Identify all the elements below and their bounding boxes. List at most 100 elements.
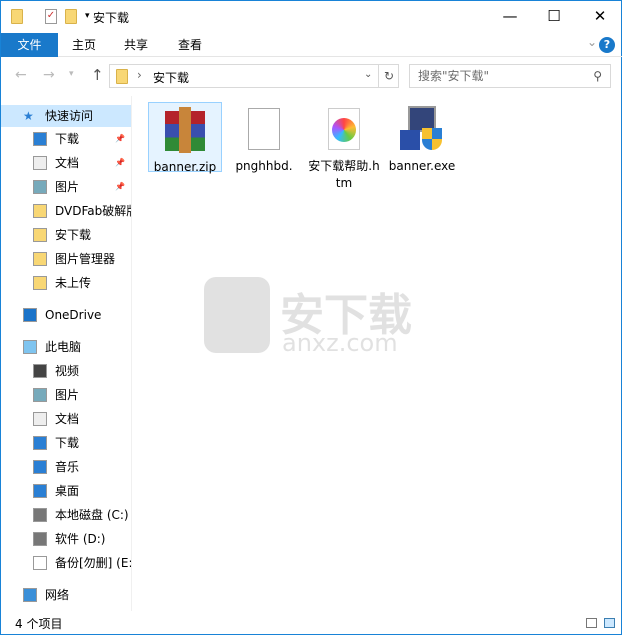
folder-icon: [11, 9, 23, 24]
nav-item[interactable]: 网络: [1, 584, 131, 606]
folder-icon: [33, 228, 47, 242]
address-dropdown-icon[interactable]: ⌄: [364, 69, 372, 80]
properties-icon[interactable]: ✓: [45, 9, 57, 24]
tab-home[interactable]: 主页: [59, 33, 109, 57]
breadcrumb-current[interactable]: 安下载: [153, 69, 189, 86]
status-bar: 4 个项目: [1, 613, 622, 636]
tab-view[interactable]: 查看: [165, 33, 215, 57]
video-icon: [33, 364, 47, 378]
file-item[interactable]: banner.zip: [148, 102, 222, 174]
nav-item[interactable]: 视频: [1, 360, 131, 382]
file-item[interactable]: banner.exe: [385, 102, 459, 175]
folder-icon: [33, 204, 47, 218]
file-name: banner.exe: [388, 159, 456, 173]
explorer-window: ✓ ▾ 安下载 — ☐ ✕ 文件 主页 共享 查看 ⌄ ? ← → ▾ ↑ › …: [0, 0, 622, 635]
nav-item-label: 未上传: [55, 276, 92, 290]
nav-item-label: 备份[勿删] (E:): [55, 556, 131, 570]
tab-file[interactable]: 文件: [1, 33, 58, 57]
nav-item[interactable]: 本地磁盘 (C:): [1, 504, 131, 526]
nav-item[interactable]: 下载 📌: [1, 128, 131, 150]
nav-item[interactable]: 文档: [1, 408, 131, 430]
nav-item[interactable]: 图片管理器: [1, 248, 131, 270]
nav-item-label: 本地磁盘 (C:): [55, 508, 129, 522]
search-icon: ⚲: [593, 69, 602, 83]
search-input[interactable]: 搜索"安下载" ⚲: [409, 64, 611, 88]
nav-item-label: 网络: [45, 588, 70, 602]
details-view-button[interactable]: [586, 618, 597, 628]
expand-ribbon-icon[interactable]: ⌄: [587, 35, 597, 49]
nav-item[interactable]: ★ 快速访问: [1, 105, 131, 127]
minimize-button[interactable]: —: [487, 1, 533, 33]
nav-item-label: 文档: [55, 412, 80, 426]
back-button[interactable]: ←: [15, 67, 27, 83]
help-icon[interactable]: ?: [599, 37, 615, 53]
nav-item-label: 音乐: [55, 460, 80, 474]
nav-item-label: 快速访问: [45, 109, 94, 123]
nav-item[interactable]: 备份[勿删] (E:): [1, 552, 131, 574]
drive-icon: [33, 508, 47, 522]
cloud-icon: [23, 308, 37, 322]
tab-share[interactable]: 共享: [111, 33, 161, 57]
nav-item[interactable]: 下载: [1, 432, 131, 454]
nav-item[interactable]: 此电脑: [1, 336, 131, 358]
nav-item[interactable]: 未上传: [1, 272, 131, 294]
file-icon: [33, 556, 47, 570]
search-placeholder: 搜索"安下载": [418, 69, 490, 83]
nav-item-label: 此电脑: [45, 340, 82, 354]
nav-item-label: 软件 (D:): [55, 532, 106, 546]
window-title: 安下载: [93, 11, 130, 25]
nav-item[interactable]: 音乐: [1, 456, 131, 478]
close-button[interactable]: ✕: [577, 1, 622, 33]
document-icon: [33, 412, 47, 426]
title-bar: ✓ ▾ 安下载 — ☐ ✕: [1, 1, 622, 33]
desktop-icon: [33, 484, 47, 498]
new-folder-icon[interactable]: [65, 9, 77, 24]
file-item[interactable]: 安下载帮助.htm: [307, 102, 381, 192]
folder-icon: [116, 69, 128, 84]
nav-item[interactable]: 软件 (D:): [1, 528, 131, 550]
document-icon: [33, 156, 47, 170]
nav-item[interactable]: DVDFab破解版: [1, 200, 131, 222]
forward-button[interactable]: →: [43, 67, 55, 83]
up-button[interactable]: ↑: [91, 66, 104, 84]
breadcrumb-separator: ›: [137, 68, 142, 82]
nav-item[interactable]: 图片 📌: [1, 176, 131, 198]
nav-item-label: 文档: [55, 156, 80, 170]
file-name: 安下载帮助.htm: [308, 159, 380, 190]
nav-item-label: 图片: [55, 388, 80, 402]
customize-toolbar-icon[interactable]: ▾: [85, 11, 90, 21]
music-icon: [33, 460, 47, 474]
nav-item-label: 图片: [55, 180, 80, 194]
file-name: pnghhbd.: [235, 159, 293, 173]
nav-item-label: DVDFab破解版: [55, 204, 131, 218]
nav-item[interactable]: 桌面: [1, 480, 131, 502]
refresh-icon[interactable]: ↻: [378, 65, 399, 87]
recent-locations-icon[interactable]: ▾: [69, 69, 74, 79]
nav-item[interactable]: OneDrive: [1, 304, 131, 326]
folder-icon: [33, 252, 47, 266]
address-bar[interactable]: › 安下载 ⌄ ↻: [109, 64, 399, 88]
nav-item-label: 下载: [55, 436, 80, 450]
folder-icon: [33, 276, 47, 290]
nav-item[interactable]: 安下载: [1, 224, 131, 246]
pin-icon: 📌: [115, 158, 125, 167]
ribbon: 文件 主页 共享 查看 ⌄ ?: [1, 33, 622, 57]
maximize-button[interactable]: ☐: [531, 1, 577, 33]
file-item[interactable]: pnghhbd.: [227, 102, 301, 175]
download-icon: [33, 132, 47, 146]
nav-item[interactable]: 图片: [1, 384, 131, 406]
nav-item-label: 桌面: [55, 484, 80, 498]
nav-item-label: 安下载: [55, 228, 92, 242]
star-icon: ★: [23, 109, 34, 123]
nav-item-label: 视频: [55, 364, 80, 378]
installer-icon: [398, 106, 446, 154]
navigation-pane: ★ 快速访问下载 📌 文档 📌 图片 📌 DVDFab破解版 安下载图片管理器未上传 OneDri…: [1, 96, 132, 611]
network-icon: [23, 588, 37, 602]
large-icons-view-button[interactable]: [604, 618, 615, 628]
pin-icon: 📌: [115, 134, 125, 143]
computer-icon: [23, 340, 37, 354]
pictures-icon: [33, 180, 47, 194]
pin-icon: 📌: [115, 182, 125, 191]
nav-item[interactable]: 文档 📌: [1, 152, 131, 174]
nav-item-label: 下载: [55, 132, 80, 146]
